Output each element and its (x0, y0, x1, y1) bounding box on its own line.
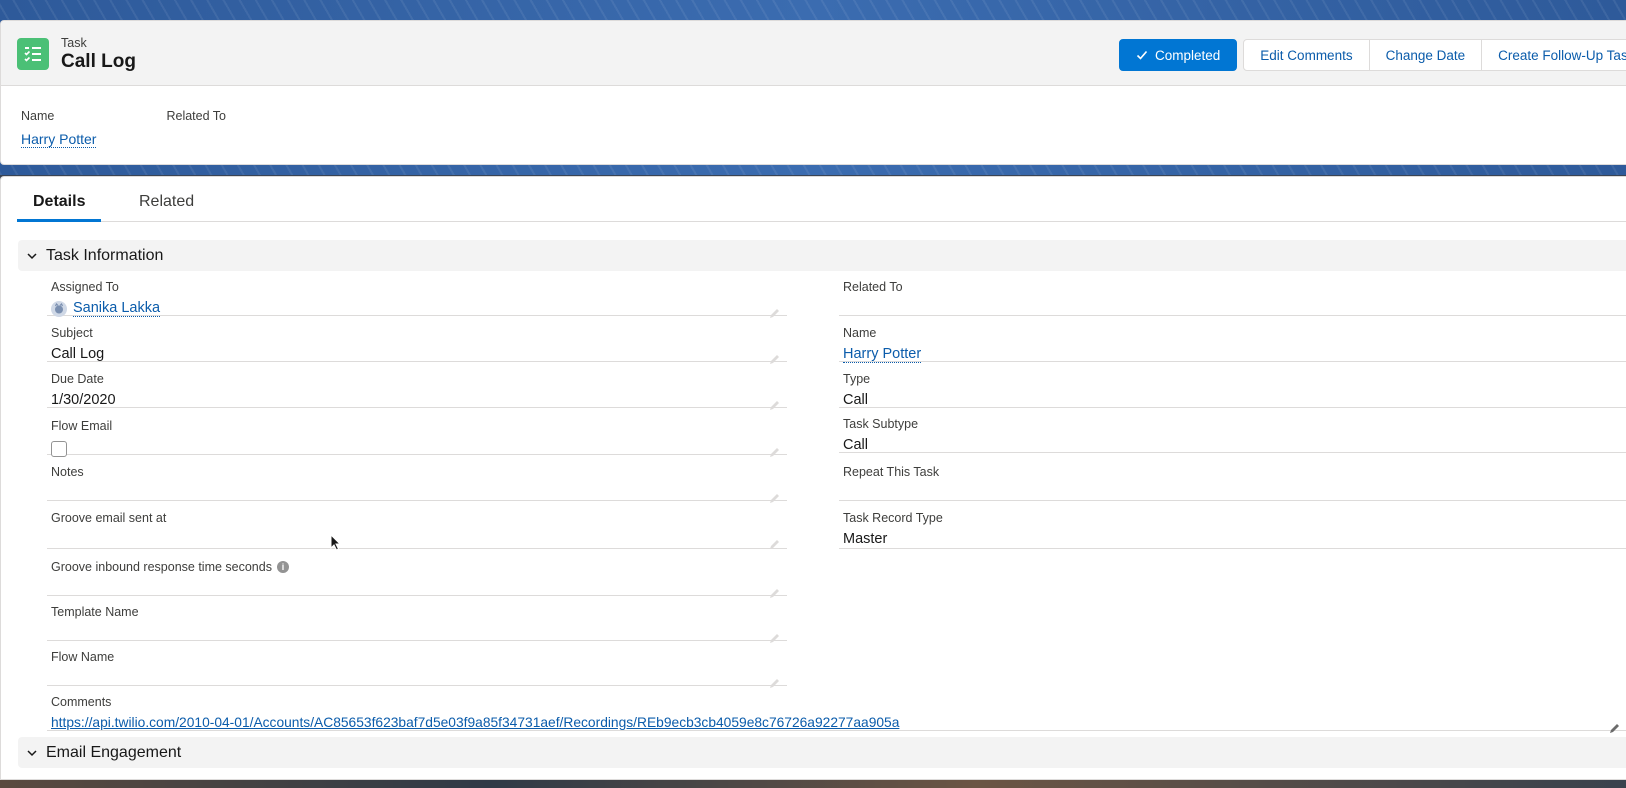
record-actions: Completed Edit Comments Change Date Crea… (1119, 39, 1626, 71)
field-label-row: Groove inbound response time seconds i (51, 560, 289, 574)
field-repeat-this-task: Repeat This Task (839, 461, 1626, 501)
field-subject: Subject Call Log (47, 322, 787, 364)
pencil-icon[interactable] (769, 398, 781, 416)
avatar-icon (51, 301, 67, 317)
field-template-name: Template Name (47, 601, 787, 643)
field-label: Related To (843, 280, 903, 294)
field-notes: Notes (47, 461, 787, 503)
field-due-date: Due Date 1/30/2020 (47, 368, 787, 410)
highlights-panel: Name Harry Potter Related To (21, 109, 296, 149)
section-title: Task Information (46, 246, 164, 264)
edit-comments-button[interactable]: Edit Comments (1243, 39, 1370, 71)
field-groove-email-sent-at: Groove email sent at (47, 507, 787, 549)
field-label: Groove inbound response time seconds (51, 560, 272, 574)
field-value: Harry Potter (843, 346, 922, 363)
field-assigned-to: Assigned To Sanika Lakka (47, 276, 787, 318)
assigned-to-link[interactable]: Sanika Lakka (73, 300, 161, 317)
completed-button[interactable]: Completed (1119, 39, 1238, 71)
highlight-name: Name Harry Potter (21, 109, 97, 149)
field-label: Subject (51, 326, 93, 340)
object-type-label: Task (61, 36, 87, 50)
record-header-top: Task Call Log Completed Edit Comments Ch… (1, 21, 1626, 86)
info-icon[interactable]: i (276, 561, 289, 573)
field-label: Flow Email (51, 419, 113, 433)
field-task-record-type: Task Record Type Master (839, 507, 1626, 549)
highlight-name-label: Name (21, 109, 55, 123)
flow-email-checkbox[interactable] (51, 441, 67, 457)
pencil-icon[interactable] (769, 537, 781, 555)
field-value: Call (843, 392, 868, 408)
field-value: Call (843, 437, 868, 453)
tab-related[interactable]: Related (139, 193, 194, 222)
mouse-cursor-icon (330, 533, 342, 557)
field-label: Name (843, 326, 877, 340)
field-label: Task Subtype (843, 417, 919, 431)
highlight-related-to: Related To (166, 109, 226, 149)
page-background-footer (0, 780, 1626, 788)
section-email-engagement[interactable]: Email Engagement (18, 737, 1626, 768)
field-value: Master (843, 531, 888, 547)
tab-details[interactable]: Details (17, 193, 102, 222)
field-label: Repeat This Task (843, 465, 940, 479)
field-label: Template Name (51, 605, 139, 619)
field-comments: Comments https://api.twilio.com/2010-04-… (47, 691, 1626, 733)
field-type: Type Call (839, 368, 1626, 408)
section-title: Email Engagement (46, 743, 182, 761)
field-name: Name Harry Potter (839, 322, 1626, 363)
field-related-to: Related To (839, 276, 1626, 316)
field-flow-email: Flow Email (47, 415, 787, 457)
chevron-down-icon (18, 747, 46, 759)
field-label: Assigned To (51, 280, 119, 294)
section-task-information[interactable]: Task Information (18, 240, 1626, 271)
field-groove-inbound-response: Groove inbound response time seconds i (47, 556, 787, 598)
record-detail-card: Details Related Task Information Assigne… (0, 176, 1626, 780)
field-label: Groove email sent at (51, 511, 167, 525)
comments-recording-url[interactable]: https://api.twilio.com/2010-04-01/Accoun… (51, 715, 899, 730)
change-date-button[interactable]: Change Date (1369, 39, 1483, 71)
field-label: Due Date (51, 372, 104, 386)
chevron-down-icon (18, 250, 46, 262)
record-header: Task Call Log Completed Edit Comments Ch… (0, 20, 1626, 165)
tab-bar: Details Related (17, 177, 1626, 222)
check-icon (1136, 49, 1148, 61)
highlight-related-to-label: Related To (166, 109, 227, 123)
task-icon (17, 38, 49, 70)
field-value: 1/30/2020 (51, 392, 116, 408)
record-title: Call Log (61, 51, 136, 72)
field-label: Task Record Type (843, 511, 943, 525)
field-label: Comments (51, 695, 112, 709)
field-label: Notes (51, 465, 84, 479)
field-flow-name: Flow Name (47, 646, 787, 688)
field-label: Type (843, 372, 871, 386)
field-task-subtype: Task Subtype Call (839, 413, 1626, 453)
field-value: Call Log (51, 346, 105, 362)
field-label: Flow Name (51, 650, 115, 664)
field-value: Sanika Lakka (51, 300, 161, 317)
completed-button-label: Completed (1155, 47, 1221, 63)
highlight-name-link[interactable]: Harry Potter (21, 131, 97, 148)
name-link[interactable]: Harry Potter (843, 346, 922, 363)
create-follow-up-task-button[interactable]: Create Follow-Up Task (1482, 39, 1626, 71)
